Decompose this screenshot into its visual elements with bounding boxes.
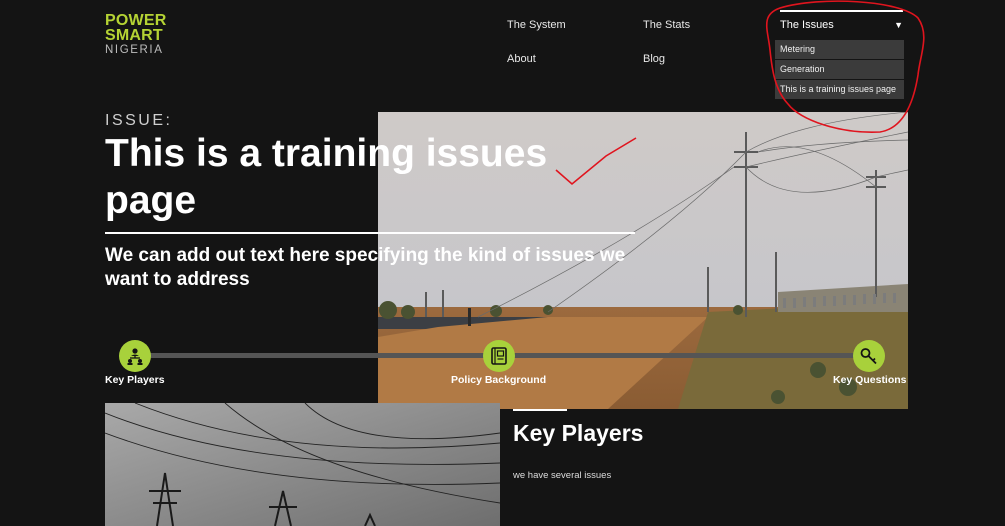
dropdown-item-generation[interactable]: Generation [775, 60, 904, 79]
nav-blog[interactable]: Blog [643, 53, 665, 65]
book-icon [491, 347, 507, 365]
dropdown-item-training-issues[interactable]: This is a training issues page [775, 80, 904, 99]
people-hierarchy-icon [127, 348, 143, 365]
timeline-label-key-players[interactable]: Key Players [105, 374, 165, 386]
timeline-label-key-questions[interactable]: Key Questions [833, 374, 907, 386]
issues-dropdown-menu: Metering Generation This is a training i… [775, 40, 904, 100]
key-players-button[interactable] [119, 340, 151, 372]
page-title: This is a training issues page [105, 132, 548, 222]
key-players-heading: Key Players [513, 420, 644, 446]
issue-label: ISSUE: [105, 112, 173, 129]
key-players-image [105, 403, 500, 526]
timeline-label-policy-background[interactable]: Policy Background [451, 374, 546, 386]
key-players-text: we have several issues [513, 470, 612, 481]
nav-the-stats[interactable]: The Stats [643, 19, 690, 31]
logo-power: POWER [105, 12, 167, 29]
key-icon [860, 348, 877, 365]
nav-the-issues[interactable]: The Issues ▼ [780, 19, 903, 31]
logo-nigeria: NIGERIA [105, 44, 164, 56]
title-divider [105, 232, 635, 234]
issues-active-indicator [780, 10, 903, 12]
key-questions-button[interactable] [853, 340, 885, 372]
section-divider [513, 409, 567, 411]
site-logo[interactable]: POWER SMART NIGERIA [105, 13, 166, 57]
page-subtitle: We can add out text here specifying the … [105, 245, 626, 290]
nav-the-system[interactable]: The System [507, 19, 566, 31]
nav-the-issues-label: The Issues [780, 19, 834, 31]
chevron-down-icon: ▼ [894, 20, 903, 30]
nav-about[interactable]: About [507, 53, 536, 65]
policy-background-button[interactable] [483, 340, 515, 372]
dropdown-item-metering[interactable]: Metering [775, 40, 904, 59]
logo-smart: SMART [105, 27, 163, 44]
